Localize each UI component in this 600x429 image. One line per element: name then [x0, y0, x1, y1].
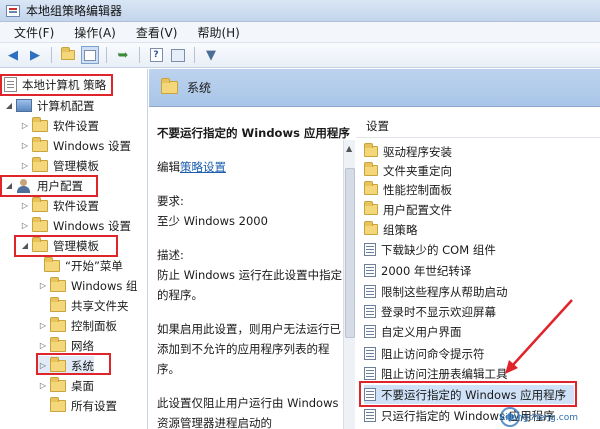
watermark-text: xitongcheng.com: [500, 413, 578, 423]
annotation-arrow-icon: [505, 299, 573, 374]
